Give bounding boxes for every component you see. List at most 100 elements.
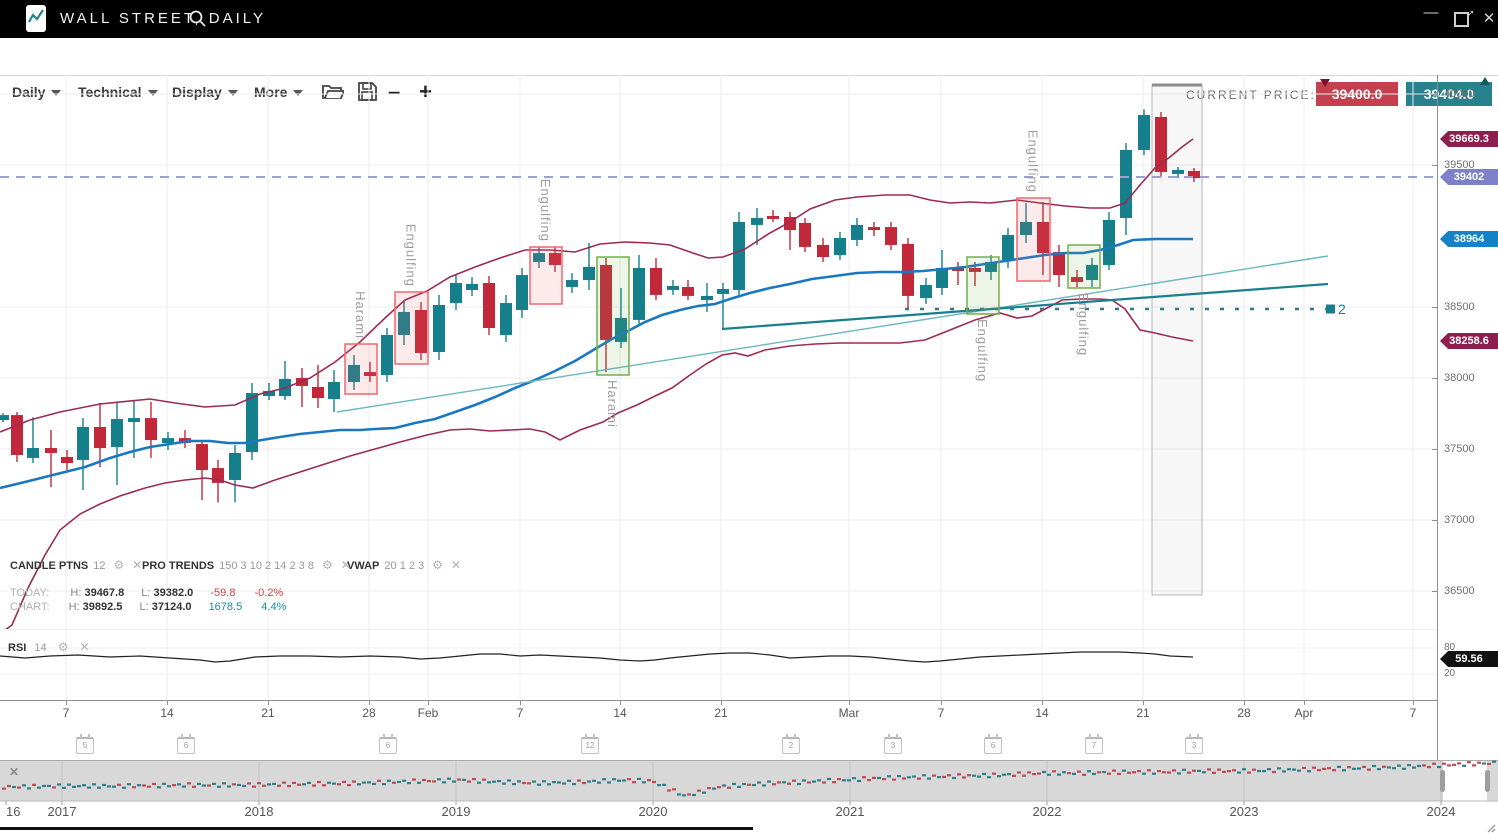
navigator-mini-candle: [832, 781, 836, 783]
candle-body: [312, 387, 324, 398]
indicator-params: 12: [93, 560, 105, 572]
navigator-mini-candle: [517, 780, 521, 782]
navigator-mini-candle: [127, 783, 131, 785]
navigator-mini-candle: [392, 782, 396, 784]
navigator-mini-candle: [602, 778, 606, 780]
navigator-mini-candle: [492, 781, 496, 783]
navigator-mini-candle: [1212, 772, 1216, 774]
navigator-year-label: 2024: [1427, 804, 1456, 819]
navigator-mini-candle: [457, 779, 461, 781]
navigator-mini-candle: [42, 785, 46, 787]
navigator-mini-candle: [972, 775, 976, 777]
navigator-selection[interactable]: [1443, 761, 1487, 801]
candlestick: [1103, 212, 1115, 270]
rsi-settings-gear-icon[interactable]: ⚙: [58, 640, 69, 654]
calendar-event-badge[interactable]: 7: [1085, 737, 1103, 754]
navigator-mini-candle: [82, 784, 86, 786]
navigator-mini-candle: [2, 788, 6, 790]
navigator-mini-candle: [727, 787, 731, 789]
navigator-mini-candle: [447, 778, 451, 780]
indicator-remove-icon[interactable]: ✕: [451, 558, 461, 572]
candle-body: [583, 267, 595, 280]
navigator-handle-left[interactable]: [1440, 770, 1445, 792]
navigator-year-label: 2021: [836, 804, 865, 819]
x-axis-tick-mark: [941, 700, 942, 705]
today-stats-row: TODAY: H: 39467.8 L: 39382.0 -59.8 -0.2%: [10, 587, 283, 599]
indicator-vwap: VWAP20 1 2 3⚙✕: [347, 558, 461, 572]
navigator-mini-candle: [1007, 773, 1011, 775]
navigator-mini-candle: [1227, 770, 1231, 772]
candle-body: [920, 285, 932, 298]
y-axis-tick-label: 37000: [1444, 514, 1475, 526]
calendar-event-badge[interactable]: 2: [782, 737, 800, 754]
navigator-mini-candle: [1267, 768, 1271, 770]
navigator-mini-candle: [787, 783, 791, 785]
indicator-remove-icon[interactable]: ✕: [132, 558, 142, 572]
navigator-mini-candle: [1237, 771, 1241, 773]
navigator-mini-candle: [347, 784, 351, 786]
resize-handle-icon[interactable]: [1486, 820, 1496, 838]
navigator-mini-candle: [182, 785, 186, 787]
indicator-name: PRO TRENDS: [142, 560, 214, 572]
navigator-mini-candle: [627, 778, 631, 780]
navigator-mini-candle: [322, 784, 326, 786]
calendar-event-badge[interactable]: 6: [984, 737, 1002, 754]
indicator-settings-gear-icon[interactable]: ⚙: [322, 558, 333, 572]
navigator-mini-candle: [867, 779, 871, 781]
indicator-candle-ptns: CANDLE PTNS12⚙✕: [10, 558, 142, 572]
calendar-event-badge[interactable]: 6: [177, 737, 195, 754]
y-axis-tick-label: 40000: [1444, 88, 1475, 100]
navigator-mini-candle: [1177, 772, 1181, 774]
candlestick: [229, 445, 241, 502]
y-axis-tick-mark: [1432, 165, 1437, 166]
calendar-event-badge[interactable]: 12: [581, 737, 599, 754]
calendar-event-badge[interactable]: 5: [76, 737, 94, 754]
close-button[interactable]: ✕: [1478, 8, 1498, 30]
navigator-strip[interactable]: [0, 760, 1498, 830]
navigator-close-button[interactable]: ✕: [6, 764, 22, 780]
minimize-button[interactable]: —: [1420, 2, 1442, 24]
rsi-pane[interactable]: [0, 629, 1437, 700]
candle-body: [433, 305, 445, 352]
candle-body: [650, 268, 662, 295]
calendar-event-badge[interactable]: 3: [884, 737, 902, 754]
navigator-mini-candle: [792, 780, 796, 782]
navigator-mini-candle: [267, 783, 271, 785]
candlestick: [667, 280, 679, 295]
navigator-mini-candle: [577, 779, 581, 781]
navigator-mini-candle: [862, 776, 866, 778]
navigator-mini-candle: [927, 778, 931, 780]
rsi-name: RSI: [8, 642, 26, 654]
navigator-mini-candle: [1202, 771, 1206, 773]
candle-body: [851, 225, 863, 240]
navigator-mini-candle: [1462, 765, 1466, 767]
price-chart-pane[interactable]: 2: [0, 75, 1437, 629]
time-axis-line: [0, 700, 1437, 701]
navigator-mini-candle: [1137, 770, 1141, 772]
indicator-settings-gear-icon[interactable]: ⚙: [432, 558, 443, 572]
popout-arrow-icon: ➚: [1467, 8, 1475, 19]
navigator-mini-candle: [1492, 761, 1496, 763]
navigator-mini-candle: [1152, 773, 1156, 775]
candle-body: [61, 457, 73, 463]
rsi-remove-icon[interactable]: ✕: [80, 640, 90, 654]
indicator-settings-gear-icon[interactable]: ⚙: [113, 558, 124, 572]
calendar-event-badge[interactable]: 6: [379, 737, 397, 754]
navigator-mini-candle: [477, 782, 481, 784]
x-axis-tick-label: Feb: [418, 706, 439, 720]
candlestick: [279, 361, 291, 400]
navigator-mini-candle: [1037, 772, 1041, 774]
navigator-handle-right[interactable]: [1485, 770, 1490, 792]
navigator-mini-candle: [1167, 771, 1171, 773]
navigator-mini-candle: [197, 783, 201, 785]
search-icon[interactable]: [188, 9, 208, 34]
navigator-mini-candle: [687, 793, 691, 795]
x-axis-tick-mark: [167, 700, 168, 705]
navigator-mini-candle: [677, 793, 681, 795]
navigator-mini-candle: [1012, 775, 1016, 777]
calendar-event-badge[interactable]: 3: [1185, 737, 1203, 754]
navigator-mini-candle: [1022, 775, 1026, 777]
level-line-marker[interactable]: [1326, 305, 1335, 314]
navigator-mini-candle: [177, 783, 181, 785]
navigator-mini-candle: [722, 784, 726, 786]
